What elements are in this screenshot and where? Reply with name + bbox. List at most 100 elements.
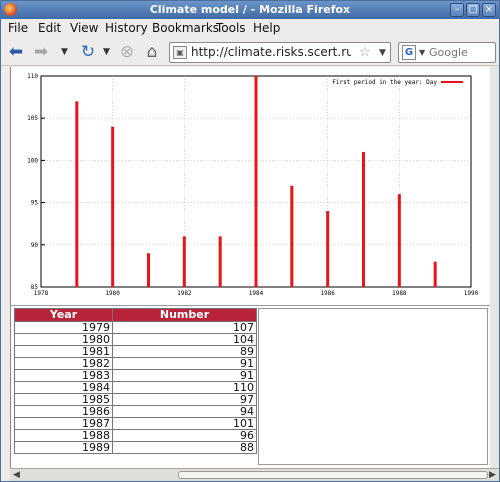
vertical-scrollbar[interactable]	[490, 67, 499, 468]
table-row: 1984 110	[14, 381, 257, 394]
chart-bar	[362, 151, 365, 287]
x-tick-label: 1988	[392, 290, 407, 297]
chart-container: 85 90 95 100 105 110 1978 1980 1982 1984 1986 1988 1…	[11, 67, 491, 305]
table-container: Year Number 1979 107 1980 104 1981 89 1982 91 19…	[11, 305, 491, 468]
number-cell: 91	[112, 357, 257, 370]
x-tick-label: 1982	[177, 290, 192, 297]
x-tick-label: 1984	[249, 290, 264, 297]
title-bar[interactable]: Climate model / - Mozilla Firefox – □ ×	[1, 1, 499, 19]
x-tick-label: 1986	[320, 290, 335, 297]
url-text[interactable]: http://climate.risks.scert.ru/rean	[191, 45, 351, 59]
home-icon[interactable]: ⌂	[142, 42, 162, 62]
number-cell: 104	[112, 333, 257, 346]
chart-bar	[182, 236, 186, 287]
x-tick-label: 1990	[464, 290, 479, 297]
chart-bar	[254, 76, 258, 287]
menu-tools[interactable]: Tools	[216, 21, 246, 35]
search-engine-dropdown-icon[interactable]: ▼	[419, 48, 425, 57]
browser-window: Climate model / - Mozilla Firefox – □ × …	[0, 0, 500, 482]
number-cell: 89	[112, 345, 257, 358]
table-row: 1979 107	[14, 321, 257, 334]
window-title: Climate model / - Mozilla Firefox	[149, 3, 351, 16]
header-number: Number	[112, 308, 257, 322]
page-content: 85 90 95 100 105 110 1978 1980 1982 1984 1986 1988 1…	[10, 67, 491, 468]
chart-bar	[218, 236, 222, 287]
table-row: 1986 94	[14, 405, 257, 418]
number-cell: 94	[112, 405, 257, 418]
table-row: 1982 91	[14, 357, 257, 370]
chart-bar	[433, 261, 437, 287]
horizontal-scrollbar[interactable]: ◀ ▶	[10, 468, 499, 481]
search-bar[interactable]: G ▼	[398, 42, 496, 63]
address-bar[interactable]: ▣ http://climate.risks.scert.ru/rean ☆ ▼	[169, 42, 391, 63]
y-tick-label: 110	[27, 73, 38, 80]
header-year: Year	[14, 308, 113, 322]
y-tick-label: 105	[27, 115, 38, 122]
google-search-engine-icon[interactable]: G	[402, 45, 416, 60]
chart-bar	[111, 126, 115, 287]
year-cell: 1981	[14, 345, 113, 358]
year-cell: 1980	[14, 333, 113, 346]
year-cell: 1987	[14, 417, 113, 430]
menu-help[interactable]: Help	[253, 21, 280, 35]
number-cell: 97	[112, 393, 257, 406]
year-cell: 1986	[14, 405, 113, 418]
forward-arrow-icon[interactable]: ➡	[31, 42, 51, 62]
reload-icon[interactable]: ↻	[78, 42, 98, 62]
year-cell: 1985	[14, 393, 113, 406]
history-dropdown-icon[interactable]: ▼	[61, 47, 68, 57]
bookmark-star-icon[interactable]: ☆	[359, 45, 371, 60]
chart-bar	[326, 211, 330, 287]
minimize-button[interactable]: –	[450, 3, 464, 17]
table-row: 1987 101	[14, 417, 257, 430]
menu-bookmarks[interactable]: Bookmarks	[152, 21, 219, 35]
scroll-left-icon[interactable]: ◀	[13, 470, 20, 480]
year-cell: 1984	[14, 381, 113, 394]
table-row: 1983 91	[14, 369, 257, 382]
chart-bar	[290, 185, 294, 287]
year-cell: 1983	[14, 369, 113, 382]
year-cell: 1988	[14, 429, 113, 442]
x-tick-label: 1978	[34, 290, 49, 297]
data-table: Year Number 1979 107 1980 104 1981 89 1982 91 19…	[14, 308, 257, 454]
y-tick-label: 100	[27, 157, 38, 164]
y-tick-label: 90	[31, 242, 39, 249]
number-cell: 110	[112, 381, 257, 394]
scrollbar-thumb[interactable]	[178, 471, 488, 479]
close-button[interactable]: ×	[482, 3, 496, 17]
table-row: 1981 89	[14, 345, 257, 358]
menu-edit[interactable]: Edit	[38, 21, 61, 35]
maximize-button[interactable]: □	[466, 3, 480, 17]
number-cell: 96	[112, 429, 257, 442]
chart-bar	[147, 253, 150, 287]
table-row: 1989 88	[14, 441, 257, 454]
y-tick-label: 95	[31, 200, 39, 207]
menu-file[interactable]: File	[8, 21, 28, 35]
menu-bar: File Edit View History Bookmarks Tools H…	[1, 19, 499, 38]
year-cell: 1982	[14, 357, 113, 370]
url-dropdown-icon[interactable]: ▼	[379, 48, 386, 58]
legend-label: First period in the year: Day	[332, 79, 437, 86]
number-cell: 107	[112, 321, 257, 334]
reload-dropdown-icon[interactable]: ▼	[103, 47, 110, 57]
menu-view[interactable]: View	[70, 21, 98, 35]
chart-bar	[397, 194, 401, 287]
site-identity-icon[interactable]: ▣	[173, 46, 187, 59]
number-cell: 101	[112, 417, 257, 430]
scroll-right-icon[interactable]: ▶	[489, 470, 496, 480]
stop-icon[interactable]: ⊗	[117, 42, 137, 62]
empty-pane	[258, 308, 488, 465]
navigation-toolbar: ⬅ ➡ ▼ ↻ ▼ ⊗ ⌂ ▣ http://climate.risks.sce…	[1, 38, 499, 66]
table-row: 1985 97	[14, 393, 257, 406]
bar-chart: 8590951001051101978 1980 1982 1984 1986 1988 1…	[27, 73, 479, 297]
number-cell: 91	[112, 369, 257, 382]
number-cell: 88	[112, 441, 257, 454]
search-input[interactable]	[429, 45, 491, 60]
menu-history[interactable]: History	[105, 21, 148, 35]
year-cell: 1979	[14, 321, 113, 334]
back-arrow-icon[interactable]: ⬅	[6, 42, 26, 62]
table-row: 1988 96	[14, 429, 257, 442]
x-tick-label: 1980	[105, 290, 120, 297]
year-cell: 1989	[14, 441, 113, 454]
chart-bar	[75, 101, 79, 287]
